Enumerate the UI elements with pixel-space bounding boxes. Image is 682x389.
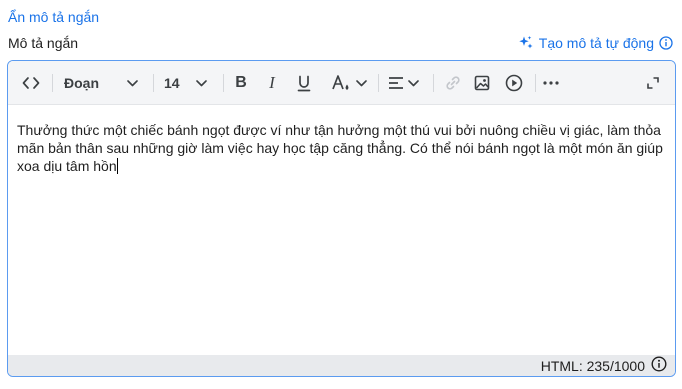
italic-icon[interactable]: I: [261, 61, 283, 105]
video-icon[interactable]: [502, 61, 526, 105]
underline-icon[interactable]: [293, 61, 315, 105]
chevron-down-icon: [195, 79, 207, 87]
font-size-dropdown[interactable]: 14: [164, 61, 216, 105]
text-caret: [116, 158, 118, 174]
block-format-dropdown[interactable]: Đoạn: [64, 61, 150, 105]
chevron-down-icon: [356, 79, 367, 87]
auto-generate-button[interactable]: Tạo mô tả tự động: [518, 35, 673, 51]
more-icon[interactable]: [540, 61, 562, 105]
align-icon[interactable]: [384, 61, 422, 105]
description-text: Thưởng thức một chiếc bánh ngọt được ví …: [17, 122, 663, 174]
sparkle-icon: [518, 35, 534, 51]
auto-generate-label: Tạo mô tả tự động: [538, 35, 654, 51]
hide-short-description-link[interactable]: Ẩn mô tả ngắn: [8, 9, 99, 25]
editor-content[interactable]: Thưởng thức một chiếc bánh ngọt được ví …: [17, 121, 667, 175]
editor-statusbar: HTML: 235/1000: [8, 355, 675, 376]
text-color-icon[interactable]: [326, 61, 372, 105]
toolbar-divider: [153, 74, 154, 92]
link-icon[interactable]: [442, 61, 464, 105]
bold-icon[interactable]: B: [230, 61, 252, 105]
block-format-value: Đoạn: [64, 75, 99, 91]
toolbar-divider: [535, 74, 536, 92]
info-icon[interactable]: [651, 356, 667, 375]
toolbar-divider: [223, 74, 224, 92]
chevron-down-icon: [407, 79, 419, 87]
editor-toolbar: Đoạn 14 B I: [8, 61, 675, 105]
chevron-down-icon: [127, 79, 138, 87]
font-size-value: 14: [164, 75, 180, 91]
short-description-label: Mô tả ngắn: [8, 35, 79, 51]
code-view-icon[interactable]: [16, 61, 46, 105]
html-character-count: HTML: 235/1000: [540, 357, 645, 374]
image-icon[interactable]: [471, 61, 493, 105]
toolbar-divider: [378, 74, 379, 92]
toolbar-divider: [433, 74, 434, 92]
rich-text-editor: Đoạn 14 B I Thưởng thức một chiếc bánh n…: [7, 60, 676, 377]
info-icon[interactable]: [659, 36, 673, 50]
toolbar-divider: [52, 74, 53, 92]
fullscreen-icon[interactable]: [642, 61, 664, 105]
